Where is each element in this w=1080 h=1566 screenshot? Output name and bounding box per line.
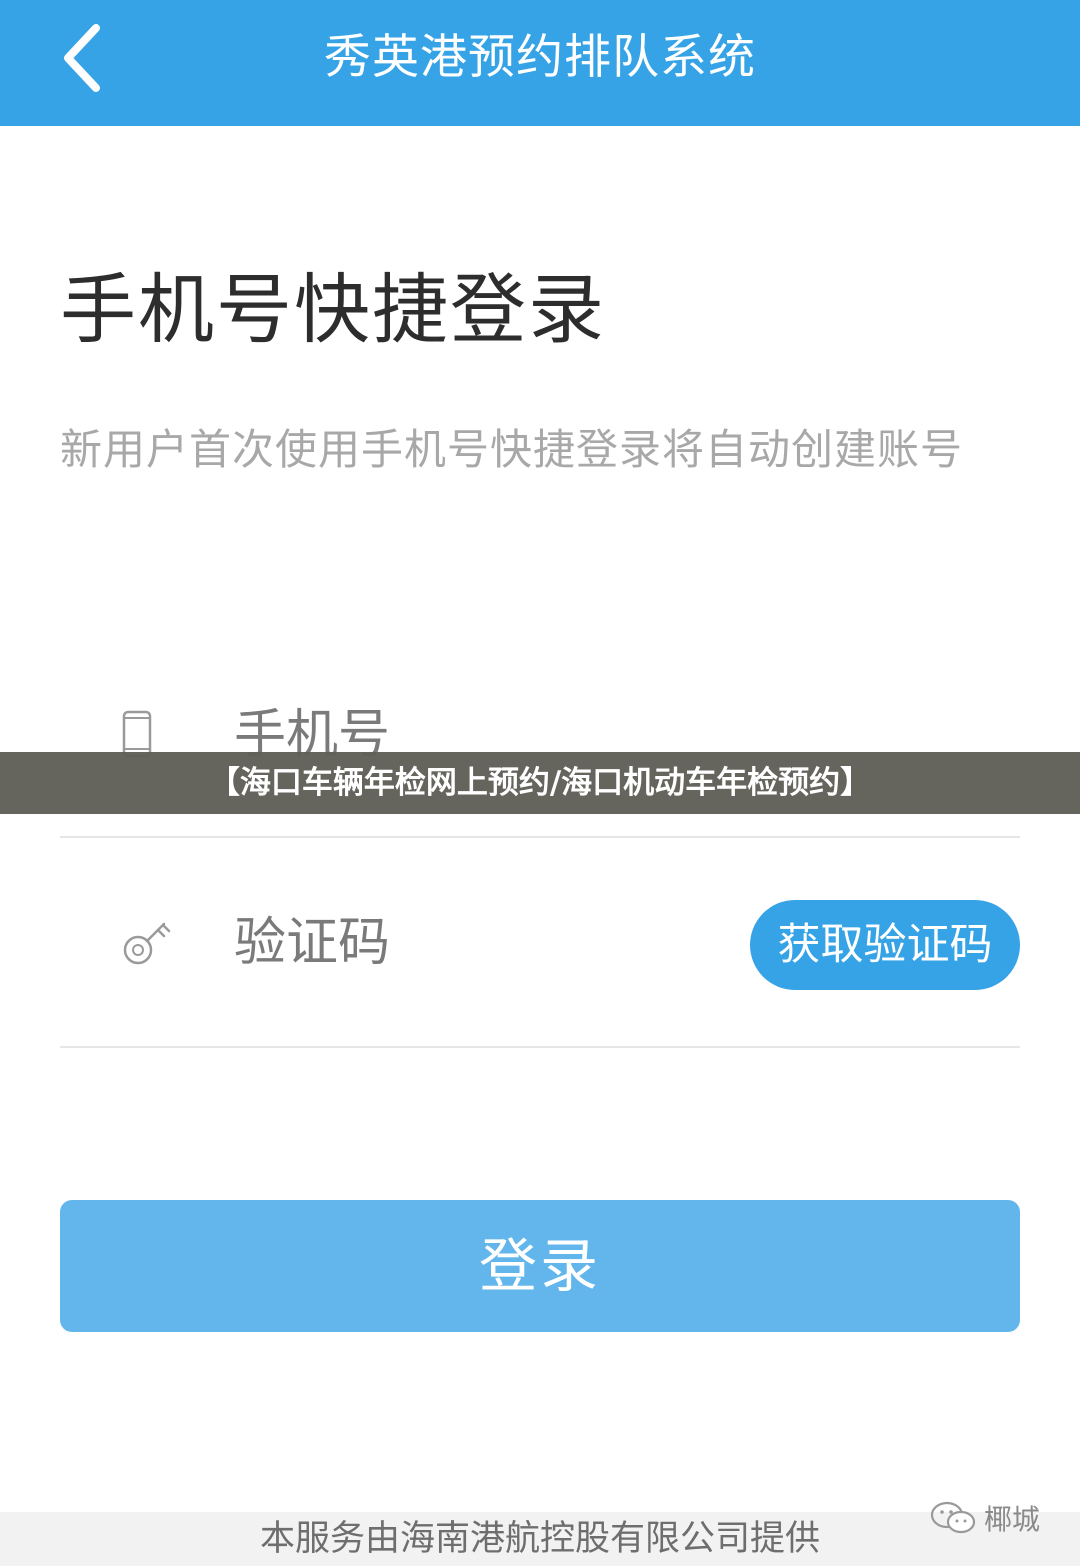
get-code-button[interactable]: 获取验证码 xyxy=(750,900,1020,990)
phone-divider xyxy=(60,836,1020,838)
code-divider xyxy=(60,1046,1020,1048)
app-header: 秀英港预约排队系统 xyxy=(0,0,1080,126)
watermark: 椰城 xyxy=(930,1498,1040,1538)
key-icon xyxy=(123,922,171,965)
verification-code-input[interactable] xyxy=(234,908,714,978)
wechat-icon xyxy=(930,1501,976,1534)
header-title: 秀英港预约排队系统 xyxy=(324,30,756,85)
page-subtitle: 新用户首次使用手机号快捷登录将自动创建账号 xyxy=(60,425,964,474)
chevron-left-icon xyxy=(64,24,100,92)
overlay-caption: 【海口车辆年检网上预约/海口机动车年检预约】 xyxy=(208,765,872,801)
back-button[interactable] xyxy=(44,18,124,98)
phone-icon xyxy=(122,710,152,758)
watermark-label: 椰城 xyxy=(984,1503,1041,1536)
login-button[interactable]: 登录 xyxy=(60,1200,1020,1332)
page-title: 手机号快捷登录 xyxy=(60,265,606,354)
footer-text: 本服务由海南港航控股有限公司提供 xyxy=(259,1519,820,1559)
code-row: 获取验证码 xyxy=(60,860,1020,1048)
